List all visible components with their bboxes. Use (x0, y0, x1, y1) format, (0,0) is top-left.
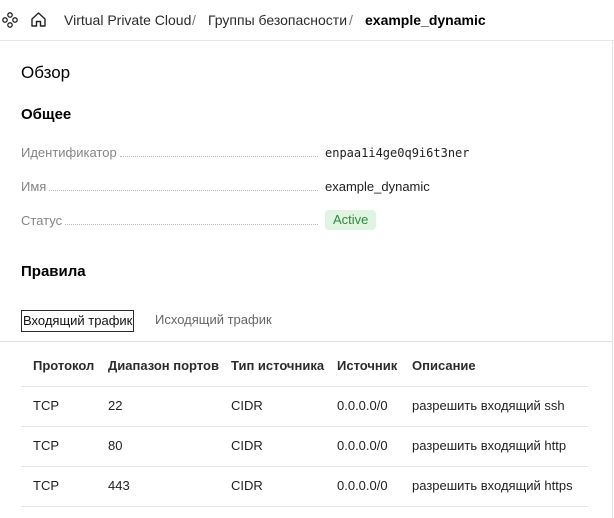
column-header-source-type: Тип источника (231, 358, 325, 373)
property-value-name: example_dynamic (325, 179, 430, 194)
breadcrumb-current: example_dynamic (365, 12, 486, 28)
page-title: Обзор (21, 63, 71, 82)
cell-description: разрешить входящий https (412, 478, 573, 493)
breadcrumb-bar: Virtual Private Cloud / Группы безопасно… (0, 0, 614, 41)
general-section-title: Общее (21, 106, 72, 123)
property-value-id: enpaa1i4ge0q9i6t3ner (325, 146, 470, 160)
cell-source-type: CIDR (231, 398, 263, 413)
home-icon[interactable] (30, 11, 47, 28)
rules-section-title: Правила (21, 263, 86, 280)
dotted-leader (65, 224, 318, 225)
cell-port-range: 22 (108, 398, 123, 413)
property-label: Идентификатор (21, 145, 117, 160)
property-row-id: Идентификатор (21, 143, 321, 161)
table-header-row: Протокол Диапазон портов Тип источника И… (21, 346, 588, 387)
property-label: Статус (21, 213, 63, 228)
cell-source: 0.0.0.0/0 (337, 438, 388, 453)
status-badge: Active (325, 210, 377, 230)
column-header-source: Источник (337, 358, 398, 373)
cell-source-type: CIDR (231, 438, 263, 453)
tab-outbound-traffic[interactable]: Исходящий трафик (155, 310, 272, 330)
table-row[interactable]: TCP 443 CIDR 0.0.0.0/0 разрешить входящи… (21, 466, 588, 507)
cell-port-range: 443 (108, 478, 130, 493)
breadcrumb-vpc[interactable]: Virtual Private Cloud (64, 12, 191, 29)
tab-inbound-traffic[interactable]: Входящий трафик (21, 310, 135, 332)
cell-port-range: 80 (108, 438, 123, 453)
traffic-tabs: Входящий трафик Исходящий трафик (0, 308, 612, 342)
property-row-status: Статус (21, 211, 321, 229)
breadcrumb-separator: / (349, 12, 353, 28)
dotted-leader (49, 190, 318, 191)
dotted-leader (119, 156, 318, 157)
cell-source-type: CIDR (231, 478, 263, 493)
property-label: Имя (21, 179, 47, 194)
cell-source: 0.0.0.0/0 (337, 398, 388, 413)
cell-protocol: TCP (33, 438, 59, 453)
property-row-name: Имя (21, 177, 321, 195)
column-header-protocol: Протокол (33, 358, 95, 373)
cell-protocol: TCP (33, 398, 59, 413)
table-row[interactable]: TCP 80 CIDR 0.0.0.0/0 разрешить входящий… (21, 426, 588, 467)
column-header-port-range: Диапазон портов (108, 358, 219, 373)
overview-panel: Обзор Общее Идентификатор enpaa1i4ge0q9i… (0, 41, 613, 518)
cell-description: разрешить входящий ssh (412, 398, 565, 413)
table-row[interactable]: TCP 22 CIDR 0.0.0.0/0 разрешить входящий… (21, 386, 588, 427)
cell-description: разрешить входящий http (412, 438, 567, 453)
cell-source: 0.0.0.0/0 (337, 478, 388, 493)
breadcrumb-security-groups[interactable]: Группы безопасности (208, 12, 347, 29)
column-header-description: Описание (412, 358, 476, 373)
page: Virtual Private Cloud / Группы безопасно… (0, 0, 614, 518)
cell-protocol: TCP (33, 478, 59, 493)
breadcrumb-separator: / (192, 12, 196, 28)
services-menu-icon[interactable] (2, 12, 18, 28)
